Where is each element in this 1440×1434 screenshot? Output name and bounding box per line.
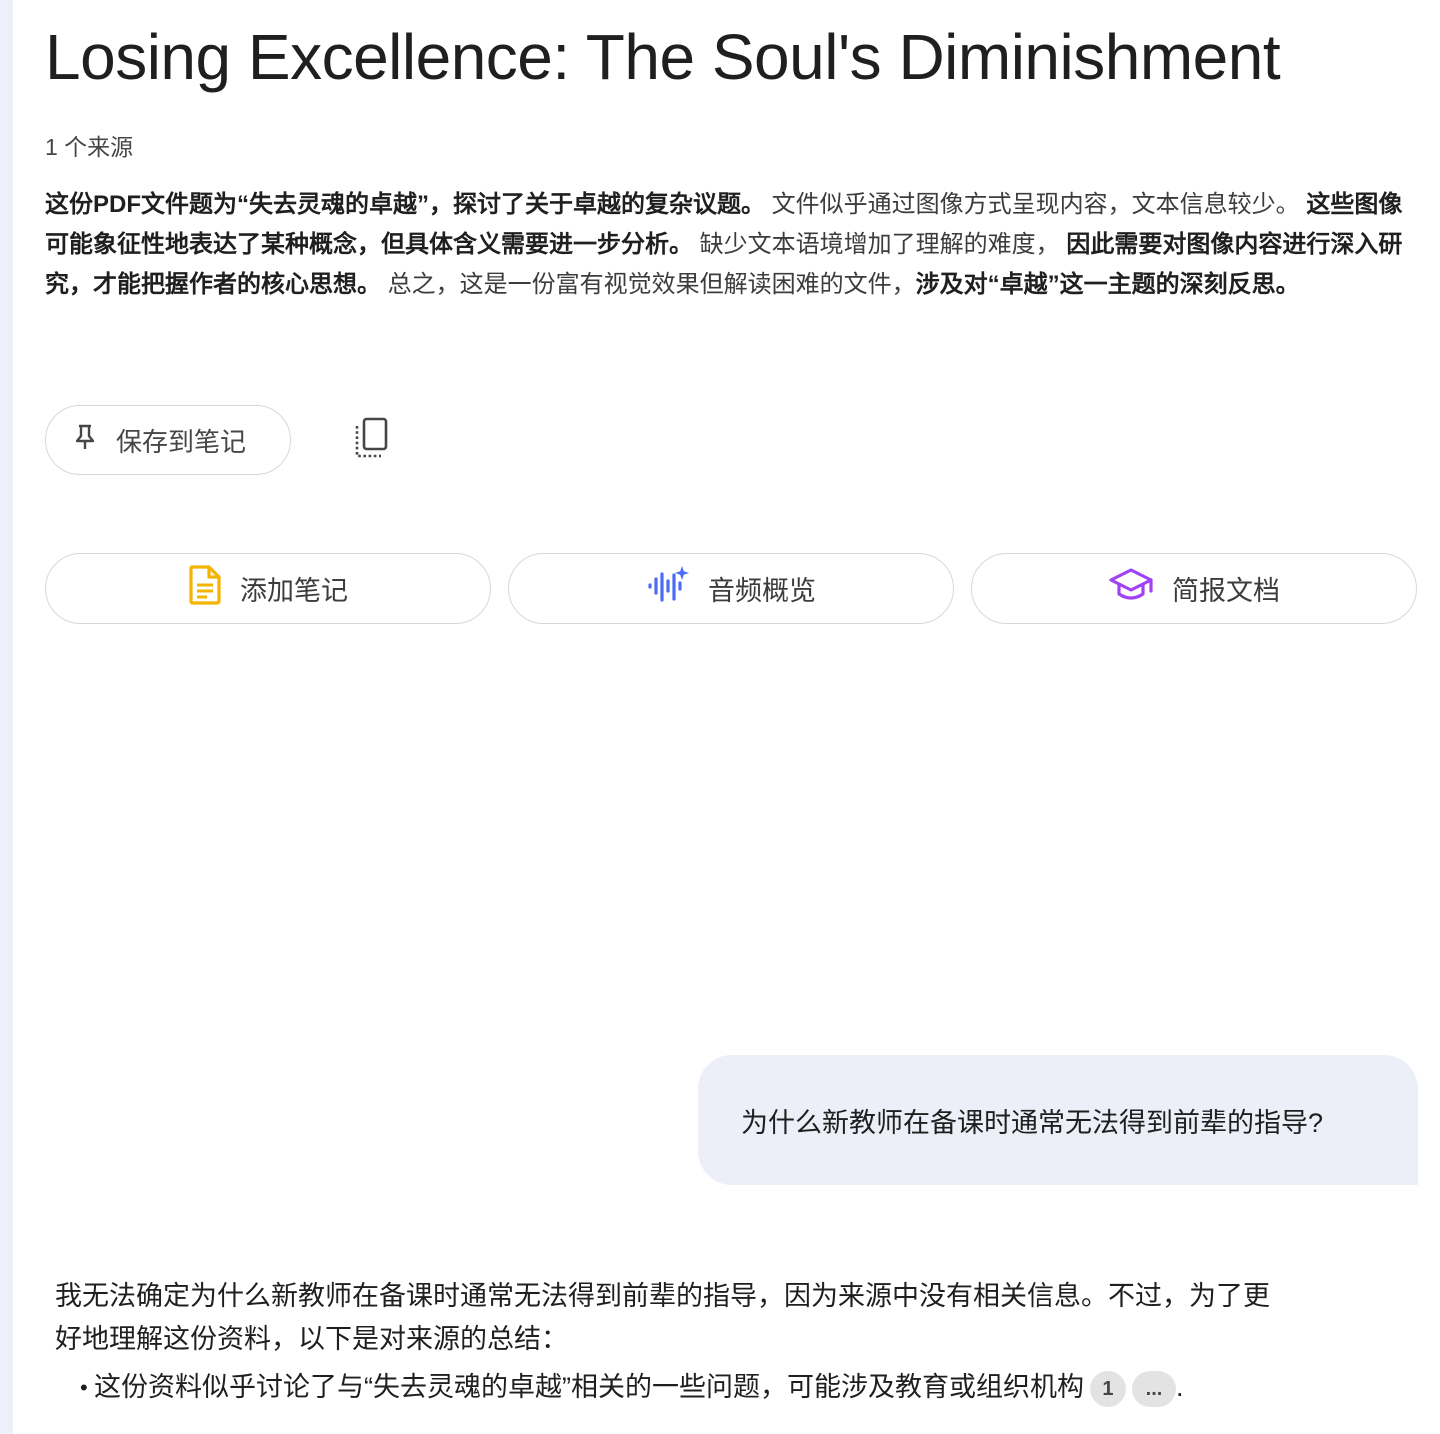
citation-more-chip[interactable]: ... bbox=[1131, 1370, 1176, 1407]
answer-bullet-list: 这份资料似乎讨论了与“失去灵魂的卓越”相关的一些问题，可能涉及教育或组织机构1.… bbox=[55, 1366, 1295, 1409]
assistant-answer: 我无法确定为什么新教师在备课时通常无法得到前辈的指导，因为来源中没有相关信息。不… bbox=[55, 1275, 1295, 1409]
summary-highlight: 这份PDF文件题为“失去灵魂的卓越”，探讨了关于卓越的复杂议题。 bbox=[45, 191, 765, 218]
add-note-button[interactable]: 添加笔记 bbox=[45, 553, 491, 624]
copy-button[interactable] bbox=[351, 416, 395, 465]
answer-bullet-trail: . bbox=[1175, 1372, 1184, 1402]
summary-highlight: 涉及对“卓越”这一主题的深刻反思。 bbox=[915, 271, 1300, 298]
answer-intro: 我无法确定为什么新教师在备课时通常无法得到前辈的指导，因为来源中没有相关信息。不… bbox=[55, 1281, 1270, 1354]
audio-overview-label: 音频概览 bbox=[708, 576, 816, 606]
source-count: 1 个来源 bbox=[45, 134, 134, 160]
copy-icon bbox=[353, 416, 393, 465]
briefing-doc-label: 简报文档 bbox=[1172, 576, 1280, 606]
audio-waveform-icon bbox=[646, 564, 690, 613]
user-question-text: 为什么新教师在备课时通常无法得到前辈的指导? bbox=[741, 1107, 1324, 1138]
summary-text: 这份PDF文件题为“失去灵魂的卓越”，探讨了关于卓越的复杂议题。 文件似乎通过图… bbox=[45, 185, 1413, 305]
left-panel-edge bbox=[0, 0, 13, 1434]
summary-segment: 缺少文本语境增加了理解的难度， bbox=[693, 231, 1067, 258]
citation-chip[interactable]: 1 bbox=[1089, 1370, 1126, 1407]
answer-bullet-text: 这份资料似乎讨论了与“失去灵魂的卓越”相关的一些问题，可能涉及教育或组织机构 bbox=[94, 1372, 1084, 1402]
summary-segment: 总之，这是一份富有视觉效果但解读困难的文件， bbox=[381, 271, 916, 298]
save-to-note-button[interactable]: 保存到笔记 bbox=[45, 405, 291, 475]
graduation-cap-icon bbox=[1108, 567, 1154, 610]
audio-overview-button[interactable]: 音频概览 bbox=[508, 553, 954, 624]
save-to-note-label: 保存到笔记 bbox=[116, 426, 247, 457]
note-icon bbox=[188, 565, 222, 612]
user-question-bubble: 为什么新教师在备课时通常无法得到前辈的指导? bbox=[698, 1055, 1418, 1185]
summary-segment: 文件似乎通过图像方式呈现内容，文本信息较少。 bbox=[765, 191, 1307, 218]
briefing-doc-button[interactable]: 简报文档 bbox=[971, 553, 1417, 624]
answer-bullet: 这份资料似乎讨论了与“失去灵魂的卓越”相关的一些问题，可能涉及教育或组织机构1.… bbox=[80, 1366, 1295, 1409]
add-note-label: 添加笔记 bbox=[240, 576, 348, 606]
pin-icon bbox=[74, 423, 96, 458]
notebook-title: Losing Excellence: The Soul's Diminishme… bbox=[45, 21, 1281, 93]
